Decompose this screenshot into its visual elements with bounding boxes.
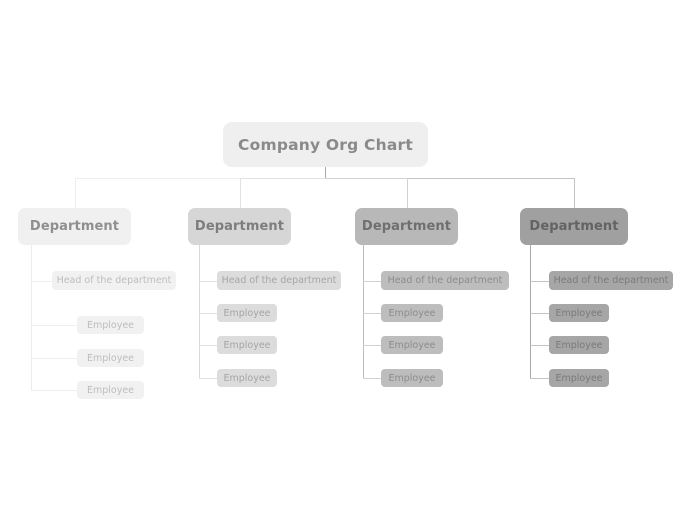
department-node-1[interactable]: Department bbox=[18, 208, 131, 245]
head-node-1[interactable]: Head of the department bbox=[52, 271, 176, 290]
employee-node-3-2[interactable]: Employee bbox=[381, 336, 443, 354]
employee-node-2-2[interactable]: Employee bbox=[217, 336, 277, 354]
employee-node-3-1[interactable]: Employee bbox=[381, 304, 443, 322]
employee-node-4-3-label: Employee bbox=[555, 372, 603, 384]
head-node-2[interactable]: Head of the department bbox=[217, 271, 341, 290]
org-chart-canvas: Company Org Chart Department Head of the d… bbox=[0, 0, 697, 520]
branch-drop-3 bbox=[406, 178, 408, 208]
department-node-2-label: Department bbox=[194, 219, 285, 234]
employee-node-3-3[interactable]: Employee bbox=[381, 369, 443, 387]
employee-node-2-2-label: Employee bbox=[223, 339, 271, 351]
department-node-4-label: Department bbox=[529, 219, 619, 234]
bus-segment-3 bbox=[325, 178, 407, 179]
bus-segment-4 bbox=[406, 178, 574, 179]
employee-node-4-1-label: Employee bbox=[555, 307, 603, 319]
employee-stub-4-3 bbox=[530, 378, 549, 379]
head-stub-3 bbox=[363, 280, 381, 282]
department-node-4[interactable]: Department bbox=[520, 208, 628, 245]
head-node-2-label: Head of the department bbox=[221, 275, 337, 286]
department-node-3[interactable]: Department bbox=[355, 208, 458, 245]
employee-node-3-1-label: Employee bbox=[388, 307, 436, 319]
employee-node-3-2-label: Employee bbox=[388, 339, 436, 351]
department-node-3-label: Department bbox=[361, 219, 452, 234]
employee-node-4-1[interactable]: Employee bbox=[549, 304, 609, 322]
employee-stub-1-1 bbox=[31, 325, 77, 326]
employee-node-2-1-label: Employee bbox=[223, 307, 271, 319]
employee-node-4-2[interactable]: Employee bbox=[549, 336, 609, 354]
head-stub-4 bbox=[530, 280, 549, 282]
department-node-2[interactable]: Department bbox=[188, 208, 291, 245]
root-node-label: Company Org Chart bbox=[238, 135, 413, 154]
employee-node-4-3[interactable]: Employee bbox=[549, 369, 609, 387]
head-node-3-label: Head of the department bbox=[387, 275, 503, 286]
employee-stub-1-2 bbox=[31, 358, 77, 359]
bus-segment-2 bbox=[239, 178, 325, 179]
employee-node-1-2-label: Employee bbox=[86, 352, 135, 364]
employee-node-2-3-label: Employee bbox=[223, 372, 271, 384]
employee-node-1-1[interactable]: Employee bbox=[77, 316, 144, 334]
head-node-3[interactable]: Head of the department bbox=[381, 271, 509, 290]
employee-node-1-3[interactable]: Employee bbox=[77, 381, 144, 399]
employee-node-4-2-label: Employee bbox=[555, 339, 603, 351]
head-node-4-label: Head of the department bbox=[553, 275, 669, 286]
employee-node-1-2[interactable]: Employee bbox=[77, 349, 144, 367]
branch-drop-2 bbox=[239, 178, 241, 208]
spine-2 bbox=[199, 245, 200, 378]
spine-3 bbox=[363, 245, 364, 378]
employee-node-2-1[interactable]: Employee bbox=[217, 304, 277, 322]
employee-stub-2-1 bbox=[199, 313, 217, 314]
root-node[interactable]: Company Org Chart bbox=[223, 122, 428, 167]
employee-stub-4-1 bbox=[530, 313, 549, 314]
branch-drop-4 bbox=[574, 178, 575, 208]
employee-stub-4-2 bbox=[530, 345, 549, 346]
employee-stub-2-2 bbox=[199, 345, 217, 346]
employee-stub-3-1 bbox=[363, 313, 381, 314]
head-stub-2 bbox=[199, 280, 217, 282]
employee-node-1-1-label: Employee bbox=[86, 319, 135, 331]
spine-4 bbox=[530, 245, 531, 378]
bus-segment-1 bbox=[74, 178, 240, 179]
employee-stub-3-2 bbox=[363, 345, 381, 346]
department-node-1-label: Department bbox=[29, 219, 120, 234]
employee-node-2-3[interactable]: Employee bbox=[217, 369, 277, 387]
head-node-4[interactable]: Head of the department bbox=[549, 271, 673, 290]
employee-node-3-3-label: Employee bbox=[388, 372, 436, 384]
root-stem bbox=[325, 167, 326, 178]
head-stub-1 bbox=[31, 280, 52, 282]
head-node-1-label: Head of the department bbox=[56, 275, 172, 286]
employee-stub-1-3 bbox=[31, 390, 77, 391]
employee-stub-2-3 bbox=[199, 378, 217, 379]
employee-stub-3-3 bbox=[363, 378, 381, 379]
branch-drop-1 bbox=[74, 178, 76, 208]
employee-node-1-3-label: Employee bbox=[86, 384, 135, 396]
spine-1 bbox=[31, 245, 32, 390]
